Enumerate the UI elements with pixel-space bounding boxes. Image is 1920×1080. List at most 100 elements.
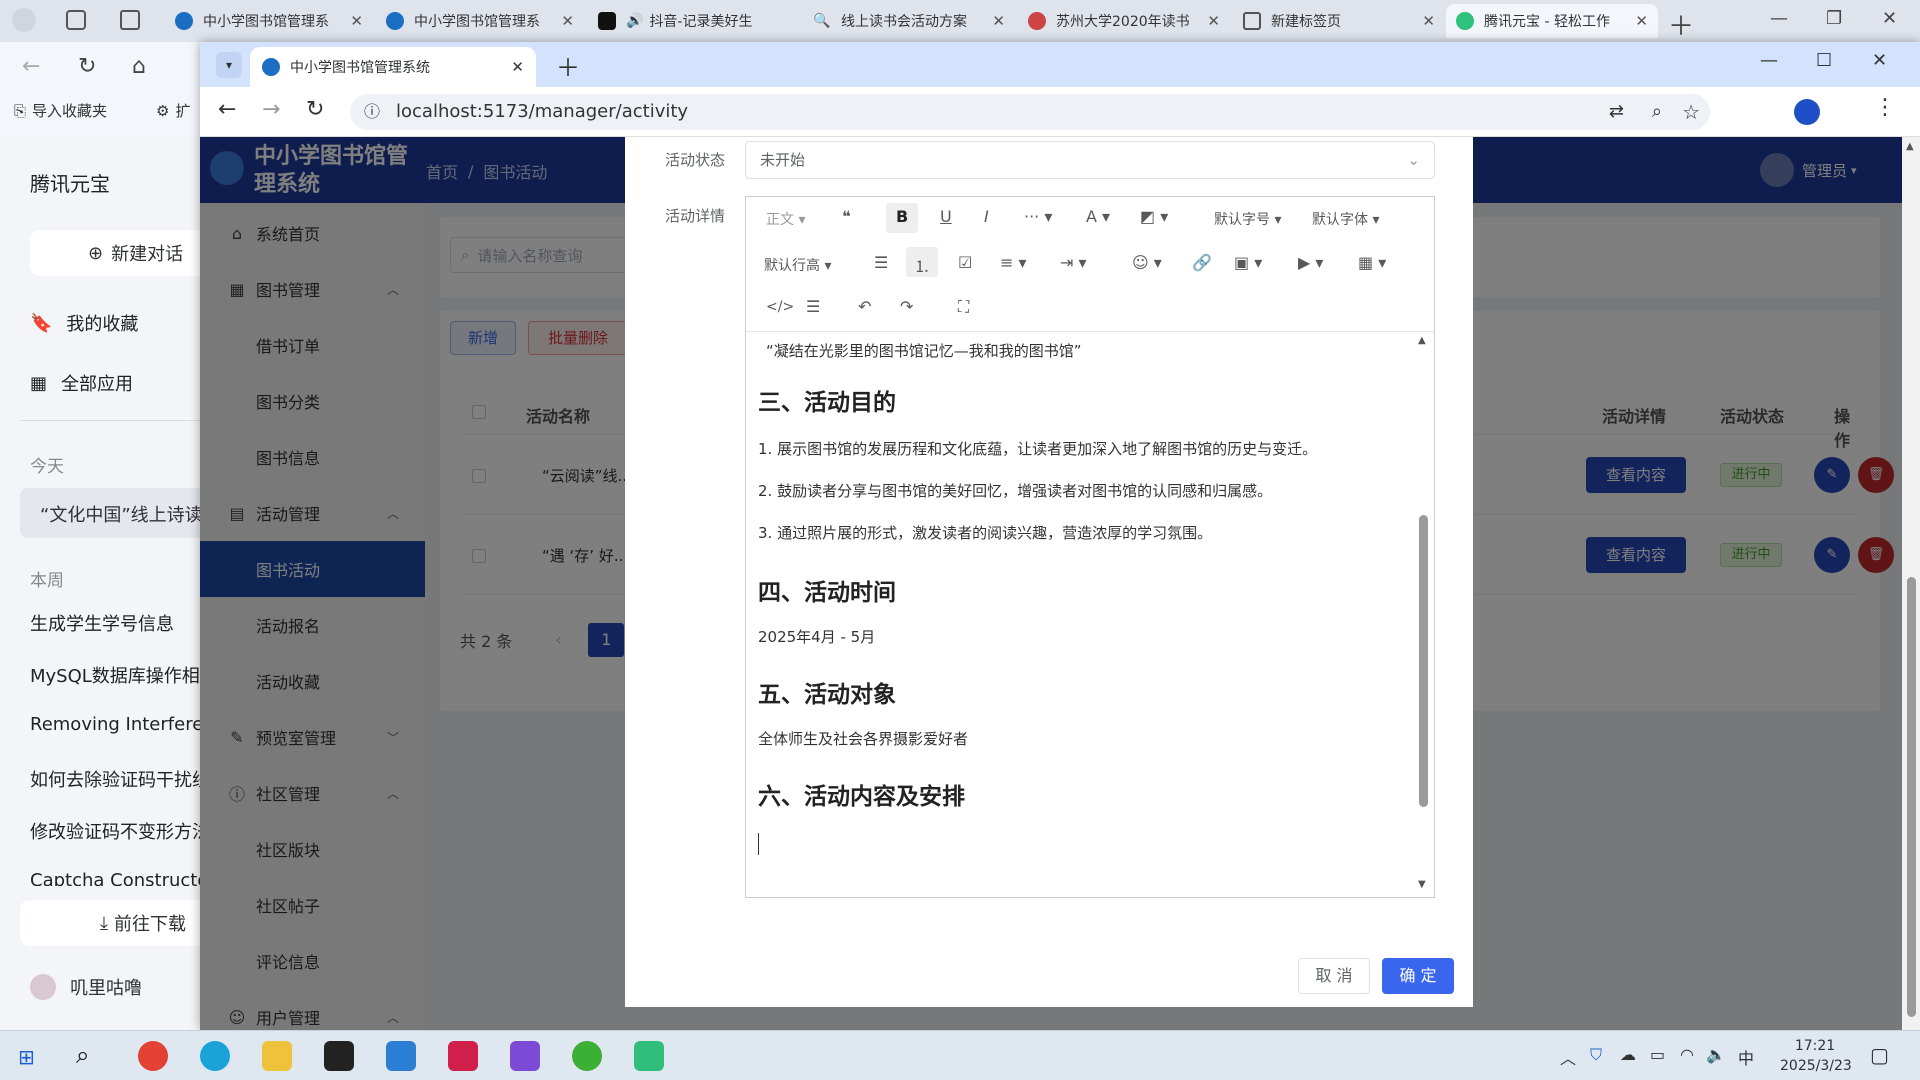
indent-icon[interactable]: ⇥ ▾ xyxy=(1060,253,1087,272)
outer-tab-newtab[interactable]: 新建标签页 ✕ xyxy=(1233,4,1445,38)
history-item[interactable]: MySQL数据库操作相关 xyxy=(30,662,218,688)
outer-tab-yuanbao[interactable]: 腾讯元宝 - 轻松工作 ✕ xyxy=(1446,4,1658,38)
site-info-icon[interactable]: ⓘ xyxy=(364,94,380,130)
history-item[interactable]: “文化中国”线上诗读 xyxy=(20,488,220,538)
ime-indicator[interactable]: 中 xyxy=(1738,1045,1754,1069)
tab-search-icon[interactable]: ▾ xyxy=(216,52,242,78)
background-color-icon[interactable]: ◩ ▾ xyxy=(1140,207,1168,226)
back-icon[interactable]: ← xyxy=(218,97,236,122)
tab-actions-icon[interactable] xyxy=(120,10,140,30)
new-tab-icon[interactable]: ＋ xyxy=(556,48,580,83)
font-color-icon[interactable]: A ▾ xyxy=(1086,207,1110,226)
close-window-icon[interactable]: ✕ xyxy=(1872,50,1887,71)
back-icon[interactable]: ← xyxy=(22,54,40,79)
scroll-up-icon[interactable]: ▲ xyxy=(1418,335,1426,346)
history-item[interactable]: Removing Interferen xyxy=(30,714,215,735)
more-styles-icon[interactable]: ··· ▾ xyxy=(1024,207,1052,226)
divider-icon[interactable]: ☰ xyxy=(806,297,820,316)
edge-icon[interactable] xyxy=(200,1041,230,1071)
close-icon[interactable]: ✕ xyxy=(350,12,363,30)
clock[interactable]: 17:21 2025/3/23 xyxy=(1780,1036,1852,1076)
video-icon[interactable]: ▶ ▾ xyxy=(1298,253,1323,272)
url-bar[interactable]: ⓘ localhost:5173/manager/activity ⇄ ⌕ ☆ xyxy=(350,94,1710,130)
outer-tab-suda[interactable]: 苏州大学2020年读书 ✕ xyxy=(1018,4,1230,38)
chrome-icon[interactable] xyxy=(138,1041,168,1071)
refresh-icon[interactable]: ↻ xyxy=(78,54,96,79)
cloud-icon[interactable]: ☁ xyxy=(1620,1045,1636,1064)
import-bookmarks[interactable]: ⎘ 导入收藏夹 xyxy=(14,100,107,121)
user-profile[interactable]: 叽里咕噜 xyxy=(30,974,142,1000)
history-item[interactable]: 修改验证码不变形方法 xyxy=(30,818,210,844)
intellij-icon[interactable] xyxy=(448,1041,478,1071)
app-icon[interactable] xyxy=(510,1041,540,1071)
close-window-icon[interactable]: ✕ xyxy=(1882,8,1897,29)
font-size-select[interactable]: 默认字号 ▾ xyxy=(1214,209,1281,229)
minimize-icon[interactable]: — xyxy=(1760,50,1778,71)
more-menu-icon[interactable]: ⋮ xyxy=(1874,95,1896,120)
file-explorer-icon[interactable] xyxy=(262,1041,292,1071)
star-icon[interactable]: ☆ xyxy=(1682,94,1700,130)
history-item[interactable]: Captcha Constructor xyxy=(30,870,216,886)
forward-icon[interactable]: → xyxy=(262,97,280,122)
numbered-list-icon[interactable]: ⒈ xyxy=(914,253,930,277)
vscode-icon[interactable] xyxy=(386,1041,416,1071)
scroll-thumb[interactable] xyxy=(1907,577,1916,1017)
minimize-icon[interactable]: — xyxy=(1770,8,1788,29)
outer-tab-search[interactable]: 🔍 线上读书会活动方案 ✕ xyxy=(803,4,1015,38)
battery-icon[interactable]: ▭ xyxy=(1650,1045,1665,1064)
wechat-icon[interactable] xyxy=(572,1041,602,1071)
workspaces-icon[interactable] xyxy=(66,10,86,30)
bold-icon[interactable]: B xyxy=(896,207,908,226)
close-icon[interactable]: ✕ xyxy=(992,12,1005,30)
underline-icon[interactable]: U xyxy=(940,207,952,226)
download-button[interactable]: ⤓ 前往下载 xyxy=(20,900,220,946)
undo-icon[interactable]: ↶ xyxy=(858,297,871,316)
new-tab-icon[interactable]: ＋ xyxy=(1668,6,1694,43)
font-family-select[interactable]: 默认字体 ▾ xyxy=(1312,209,1379,229)
speaker-icon[interactable]: 🔊 xyxy=(626,13,643,29)
windows-start-icon[interactable]: ⊞ xyxy=(18,1045,35,1069)
fullscreen-icon[interactable]: ⛶ xyxy=(958,297,969,317)
cancel-button[interactable]: 取 消 xyxy=(1298,958,1370,994)
profile-avatar[interactable] xyxy=(12,8,36,32)
extensions-bookmark[interactable]: ⚙ 扩 xyxy=(156,100,190,121)
zoom-icon[interactable]: ⌕ xyxy=(1652,94,1662,130)
notification-icon[interactable]: ▢ xyxy=(1870,1043,1889,1067)
security-icon[interactable]: ⛉ xyxy=(1590,1045,1602,1065)
confirm-button[interactable]: 确 定 xyxy=(1382,958,1454,994)
refresh-icon[interactable]: ↻ xyxy=(306,97,324,122)
restore-icon[interactable]: ❐ xyxy=(1826,8,1842,29)
outer-tab-library-2[interactable]: 中小学图书馆管理系 ✕ xyxy=(376,4,584,38)
scroll-up-icon[interactable]: ▲ xyxy=(1906,141,1914,152)
redo-icon[interactable]: ↷ xyxy=(900,297,913,316)
favorites-item[interactable]: 🔖 我的收藏 xyxy=(30,310,138,336)
status-select[interactable]: 未开始 ⌄ xyxy=(745,141,1435,179)
editor-content[interactable]: “凝结在光影里的图书馆记忆—我和我的图书馆” 三、活动目的 1. 展示图书馆的发… xyxy=(746,333,1434,897)
screen-capture-icon[interactable] xyxy=(634,1041,664,1071)
align-icon[interactable]: ≡ ▾ xyxy=(1000,253,1027,272)
maximize-icon[interactable]: ☐ xyxy=(1816,50,1832,71)
table-icon[interactable]: ▦ ▾ xyxy=(1358,253,1386,272)
bullet-list-icon[interactable]: ☰ xyxy=(874,253,888,272)
new-chat-button[interactable]: ⊕ 新建对话 xyxy=(30,230,220,276)
line-height-select[interactable]: 默认行高 ▾ xyxy=(764,255,831,275)
history-item[interactable]: 如何去除验证码干扰线 xyxy=(30,766,210,792)
editor-scrollbar[interactable]: ▲ ▼ xyxy=(1414,335,1432,897)
close-icon[interactable]: ✕ xyxy=(511,58,524,76)
show-hidden-icons[interactable]: ︿ xyxy=(1560,1045,1576,1069)
link-icon[interactable]: 🔗 xyxy=(1192,253,1212,272)
search-icon[interactable]: ⌕ xyxy=(76,1041,89,1069)
paragraph-select[interactable]: 正文 ▾ xyxy=(766,209,805,229)
italic-icon[interactable]: I xyxy=(984,207,989,226)
outer-tab-douyin[interactable]: 🔊 抖音-记录美好生 xyxy=(588,4,800,38)
page-scrollbar[interactable]: ▲ xyxy=(1902,137,1920,1030)
inner-tab-library[interactable]: 中小学图书馆管理系统 ✕ xyxy=(250,47,536,87)
history-item[interactable]: 生成学生学号信息 xyxy=(30,610,174,636)
close-icon[interactable]: ✕ xyxy=(1207,12,1220,30)
todo-list-icon[interactable]: ☑ xyxy=(958,253,972,272)
scroll-thumb[interactable] xyxy=(1419,515,1428,807)
home-icon[interactable]: ⌂ xyxy=(132,54,146,79)
scroll-down-icon[interactable]: ▼ xyxy=(1418,879,1426,890)
all-apps-item[interactable]: ▦ 全部应用 xyxy=(30,370,133,396)
volume-icon[interactable]: 🔈 xyxy=(1706,1045,1726,1064)
